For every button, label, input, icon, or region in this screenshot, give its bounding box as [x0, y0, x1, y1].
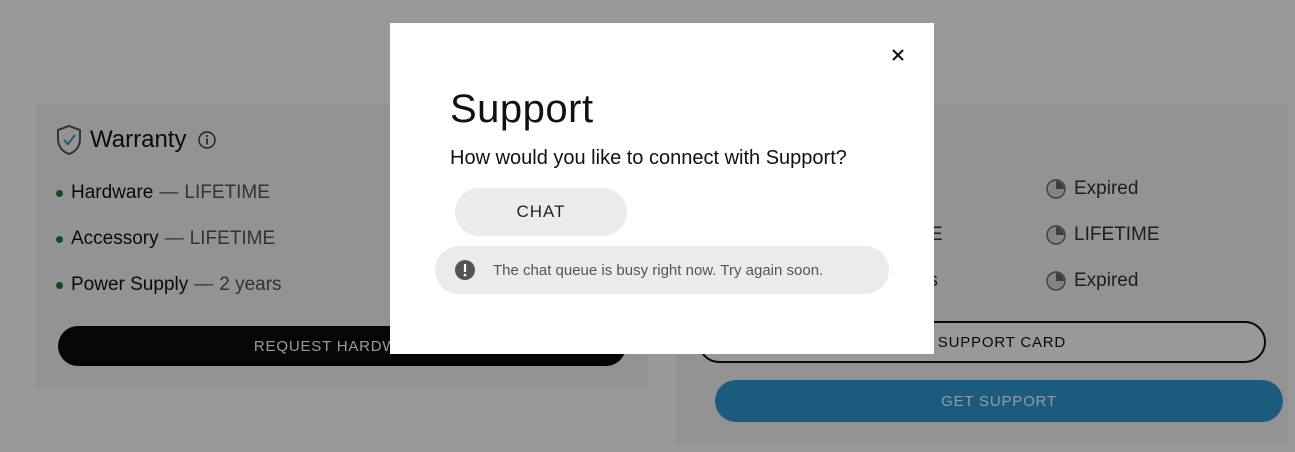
close-icon[interactable]: [886, 43, 910, 67]
modal-title: Support: [450, 87, 594, 131]
alert-circle-icon: [455, 260, 475, 280]
chat-busy-notice: The chat queue is busy right now. Try ag…: [435, 246, 889, 294]
support-modal: Support How would you like to connect wi…: [390, 23, 934, 354]
modal-subtitle: How would you like to connect with Suppo…: [450, 147, 847, 169]
chat-button[interactable]: CHAT: [455, 188, 627, 236]
notice-message: The chat queue is busy right now. Try ag…: [493, 261, 824, 279]
